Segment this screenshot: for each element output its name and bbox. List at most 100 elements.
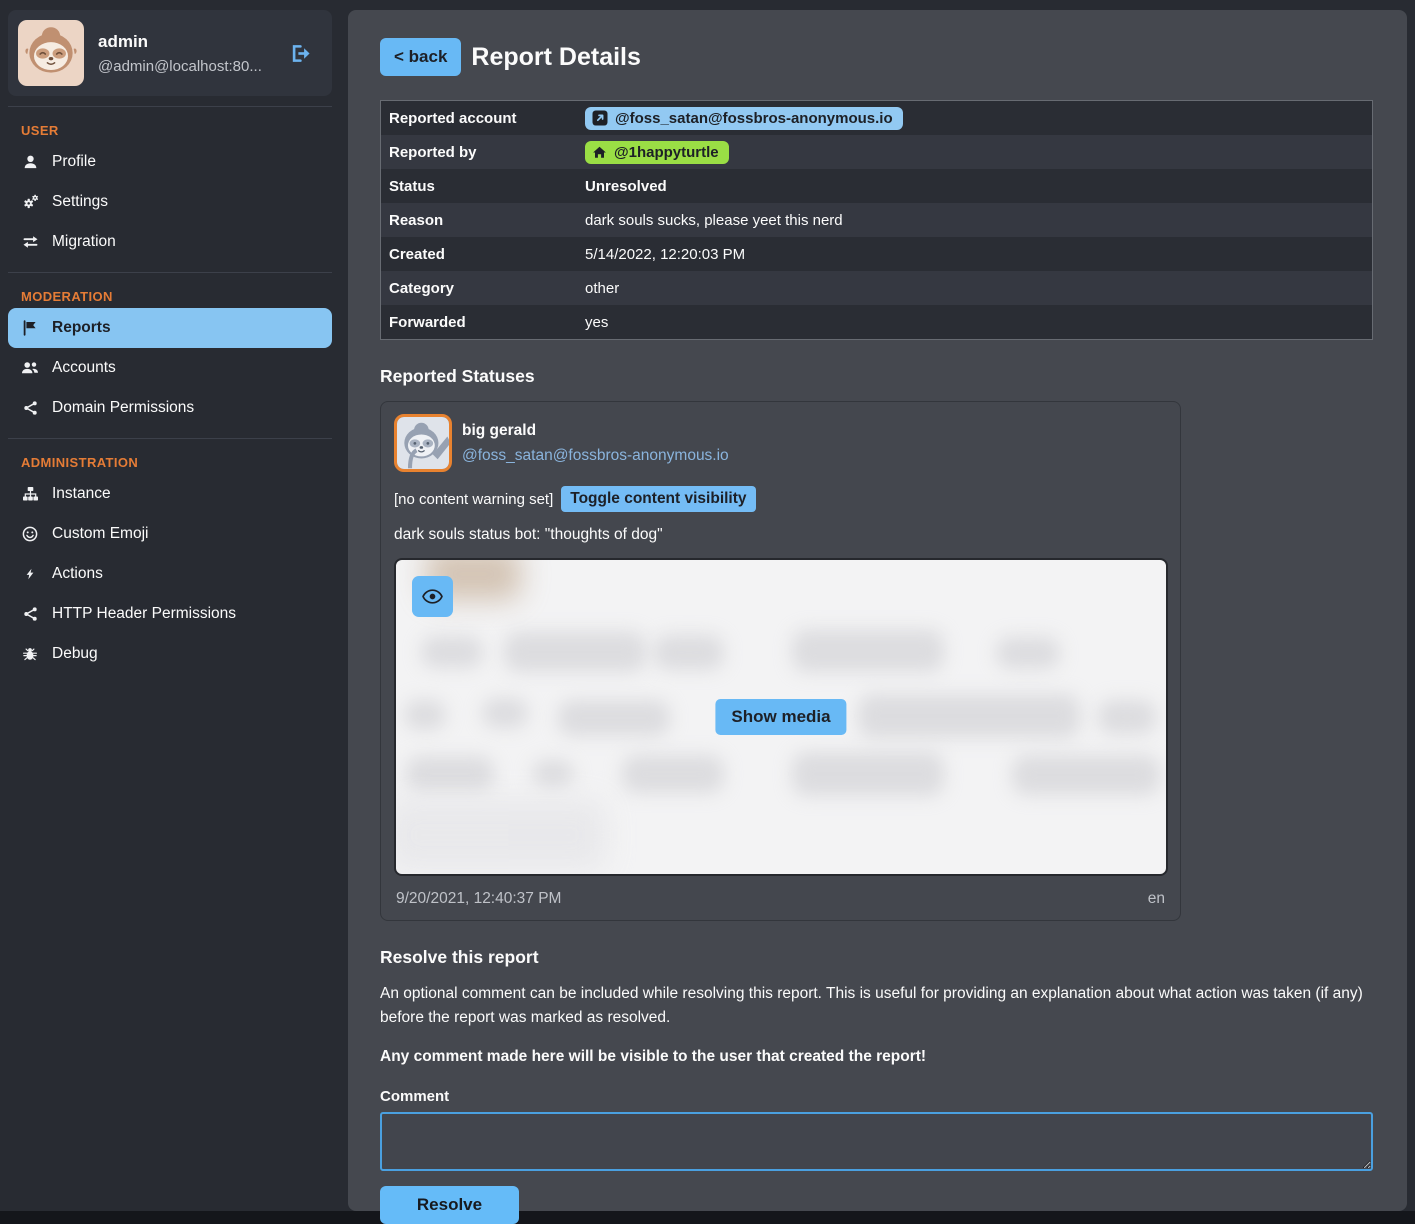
sidebar-section-moderation: MODERATION Reports <box>8 272 332 428</box>
blur-blob <box>792 630 944 672</box>
sidebar-item-label: Profile <box>52 153 96 171</box>
report-details-panel: < back Report Details Reported account @… <box>348 10 1407 1211</box>
sidebar-item-domain-permissions[interactable]: Domain Permissions <box>8 388 332 428</box>
reported-status-card: big gerald @foss_satan@fossbros-anonymou… <box>380 401 1181 921</box>
blur-blob <box>1012 755 1160 795</box>
reported-statuses-heading: Reported Statuses <box>380 366 1375 387</box>
table-row-status: Status Unresolved <box>381 169 1372 203</box>
reporter-badge[interactable]: @1happyturtle <box>585 141 729 164</box>
status-media-blurred[interactable]: Show media <box>394 558 1168 876</box>
sidebar-item-label: Debug <box>52 645 98 663</box>
resolve-button[interactable]: Resolve <box>380 1186 519 1224</box>
user-card[interactable]: admin @admin@localhost:80... <box>8 10 332 96</box>
sidebar-item-debug[interactable]: Debug <box>8 634 332 674</box>
sloth-avatar-gray-image <box>397 417 449 469</box>
sidebar-item-label: Custom Emoji <box>52 525 148 543</box>
admin-settings-page: admin @admin@localhost:80... USER Profil… <box>0 0 1415 1211</box>
blur-blob <box>404 700 446 730</box>
row-label: Forwarded <box>389 314 585 331</box>
resolve-description: An optional comment can be included whil… <box>380 982 1375 1030</box>
external-link-square-icon <box>592 110 608 126</box>
blur-blob <box>858 694 1080 738</box>
bolt-icon <box>21 566 39 582</box>
show-media-button[interactable]: Show media <box>715 699 846 735</box>
section-label: USER <box>21 123 332 138</box>
blur-blob <box>996 637 1060 669</box>
status-handle-link[interactable]: @foss_satan@fossbros-anonymous.io <box>462 447 729 464</box>
sidebar-item-accounts[interactable]: Accounts <box>8 348 332 388</box>
users-icon <box>21 360 39 376</box>
sidebar-item-profile[interactable]: Profile <box>8 142 332 182</box>
row-label: Category <box>389 280 585 297</box>
blur-blob <box>654 635 724 670</box>
table-row-reason: Reason dark souls sucks, please yeet thi… <box>381 203 1372 237</box>
hide-media-button[interactable] <box>412 576 453 617</box>
page-title: Report Details <box>471 43 640 72</box>
cw-note: [no content warning set] <box>394 491 553 508</box>
reason-value: dark souls sucks, please yeet this nerd <box>585 212 843 229</box>
sidebar-item-custom-emoji[interactable]: Custom Emoji <box>8 514 332 554</box>
status-avatar <box>394 414 452 472</box>
status-content-text: dark souls status bot: "thoughts of dog" <box>394 526 1167 544</box>
table-row-forwarded: Forwarded yes <box>381 305 1372 339</box>
avatar <box>18 20 84 86</box>
sidebar-item-label: Reports <box>52 319 111 337</box>
sidebar-item-label: Accounts <box>52 359 116 377</box>
sidebar-item-http-header-permissions[interactable]: HTTP Header Permissions <box>8 594 332 634</box>
page-header: < back Report Details <box>380 38 1375 76</box>
row-label: Reported by <box>389 144 585 161</box>
flag-icon <box>21 320 39 336</box>
user-name: admin <box>98 32 262 52</box>
blur-blob <box>622 755 724 793</box>
toggle-content-visibility-button[interactable]: Toggle content visibility <box>561 486 755 512</box>
blur-blob <box>504 632 646 672</box>
blur-blob <box>482 698 528 728</box>
comment-label: Comment <box>380 1088 1375 1105</box>
status-value: Unresolved <box>585 178 667 195</box>
blur-blob <box>406 756 494 792</box>
sidebar-item-label: Instance <box>52 485 111 503</box>
back-button[interactable]: < back <box>380 38 461 76</box>
sidebar-item-label: HTTP Header Permissions <box>52 605 236 623</box>
sidebar-section-user: USER Profile <box>8 106 332 262</box>
sitemap-icon <box>21 486 39 502</box>
section-label: ADMINISTRATION <box>21 455 332 470</box>
sidebar-item-actions[interactable]: Actions <box>8 554 332 594</box>
smile-icon <box>21 526 39 542</box>
sign-out-icon <box>290 44 312 63</box>
resolve-heading: Resolve this report <box>380 947 1375 968</box>
comment-input[interactable] <box>380 1112 1373 1171</box>
sidebar-item-reports[interactable]: Reports <box>8 308 332 348</box>
sidebar-item-settings[interactable]: Settings <box>8 182 332 222</box>
eye-icon <box>422 589 443 604</box>
reported-account-badge[interactable]: @foss_satan@fossbros-anonymous.io <box>585 107 903 130</box>
migration-arrows-icon <box>21 234 39 250</box>
sloth-avatar-image <box>18 20 84 86</box>
status-header: big gerald @foss_satan@fossbros-anonymou… <box>394 414 1167 472</box>
table-row-category: Category other <box>381 271 1372 305</box>
reporter-handle: @1happyturtle <box>614 144 719 161</box>
sidebar-item-label: Settings <box>52 193 108 211</box>
status-display-name: big gerald <box>462 422 729 440</box>
section-label: MODERATION <box>21 289 332 304</box>
row-label: Created <box>389 246 585 263</box>
sidebar: admin @admin@localhost:80... USER Profil… <box>8 10 332 674</box>
blur-blob <box>792 752 944 796</box>
content-warning-row: [no content warning set] Toggle content … <box>394 486 1167 512</box>
reported-account-handle: @foss_satan@fossbros-anonymous.io <box>615 110 893 127</box>
blur-blob <box>532 760 574 788</box>
status-author: big gerald @foss_satan@fossbros-anonymou… <box>462 422 729 465</box>
category-value: other <box>585 280 619 297</box>
blur-blob <box>421 636 483 668</box>
share-nodes-icon <box>21 606 39 622</box>
table-row-created: Created 5/14/2022, 12:20:03 PM <box>381 237 1372 271</box>
home-icon <box>592 145 607 160</box>
logout-button[interactable] <box>286 40 316 67</box>
sidebar-item-migration[interactable]: Migration <box>8 222 332 262</box>
gears-icon <box>21 194 39 210</box>
sidebar-item-instance[interactable]: Instance <box>8 474 332 514</box>
bug-icon <box>21 646 39 662</box>
user-meta: admin @admin@localhost:80... <box>98 32 262 75</box>
sidebar-section-administration: ADMINISTRATION Instance <box>8 438 332 674</box>
status-timestamp: 9/20/2021, 12:40:37 PM <box>396 890 561 908</box>
